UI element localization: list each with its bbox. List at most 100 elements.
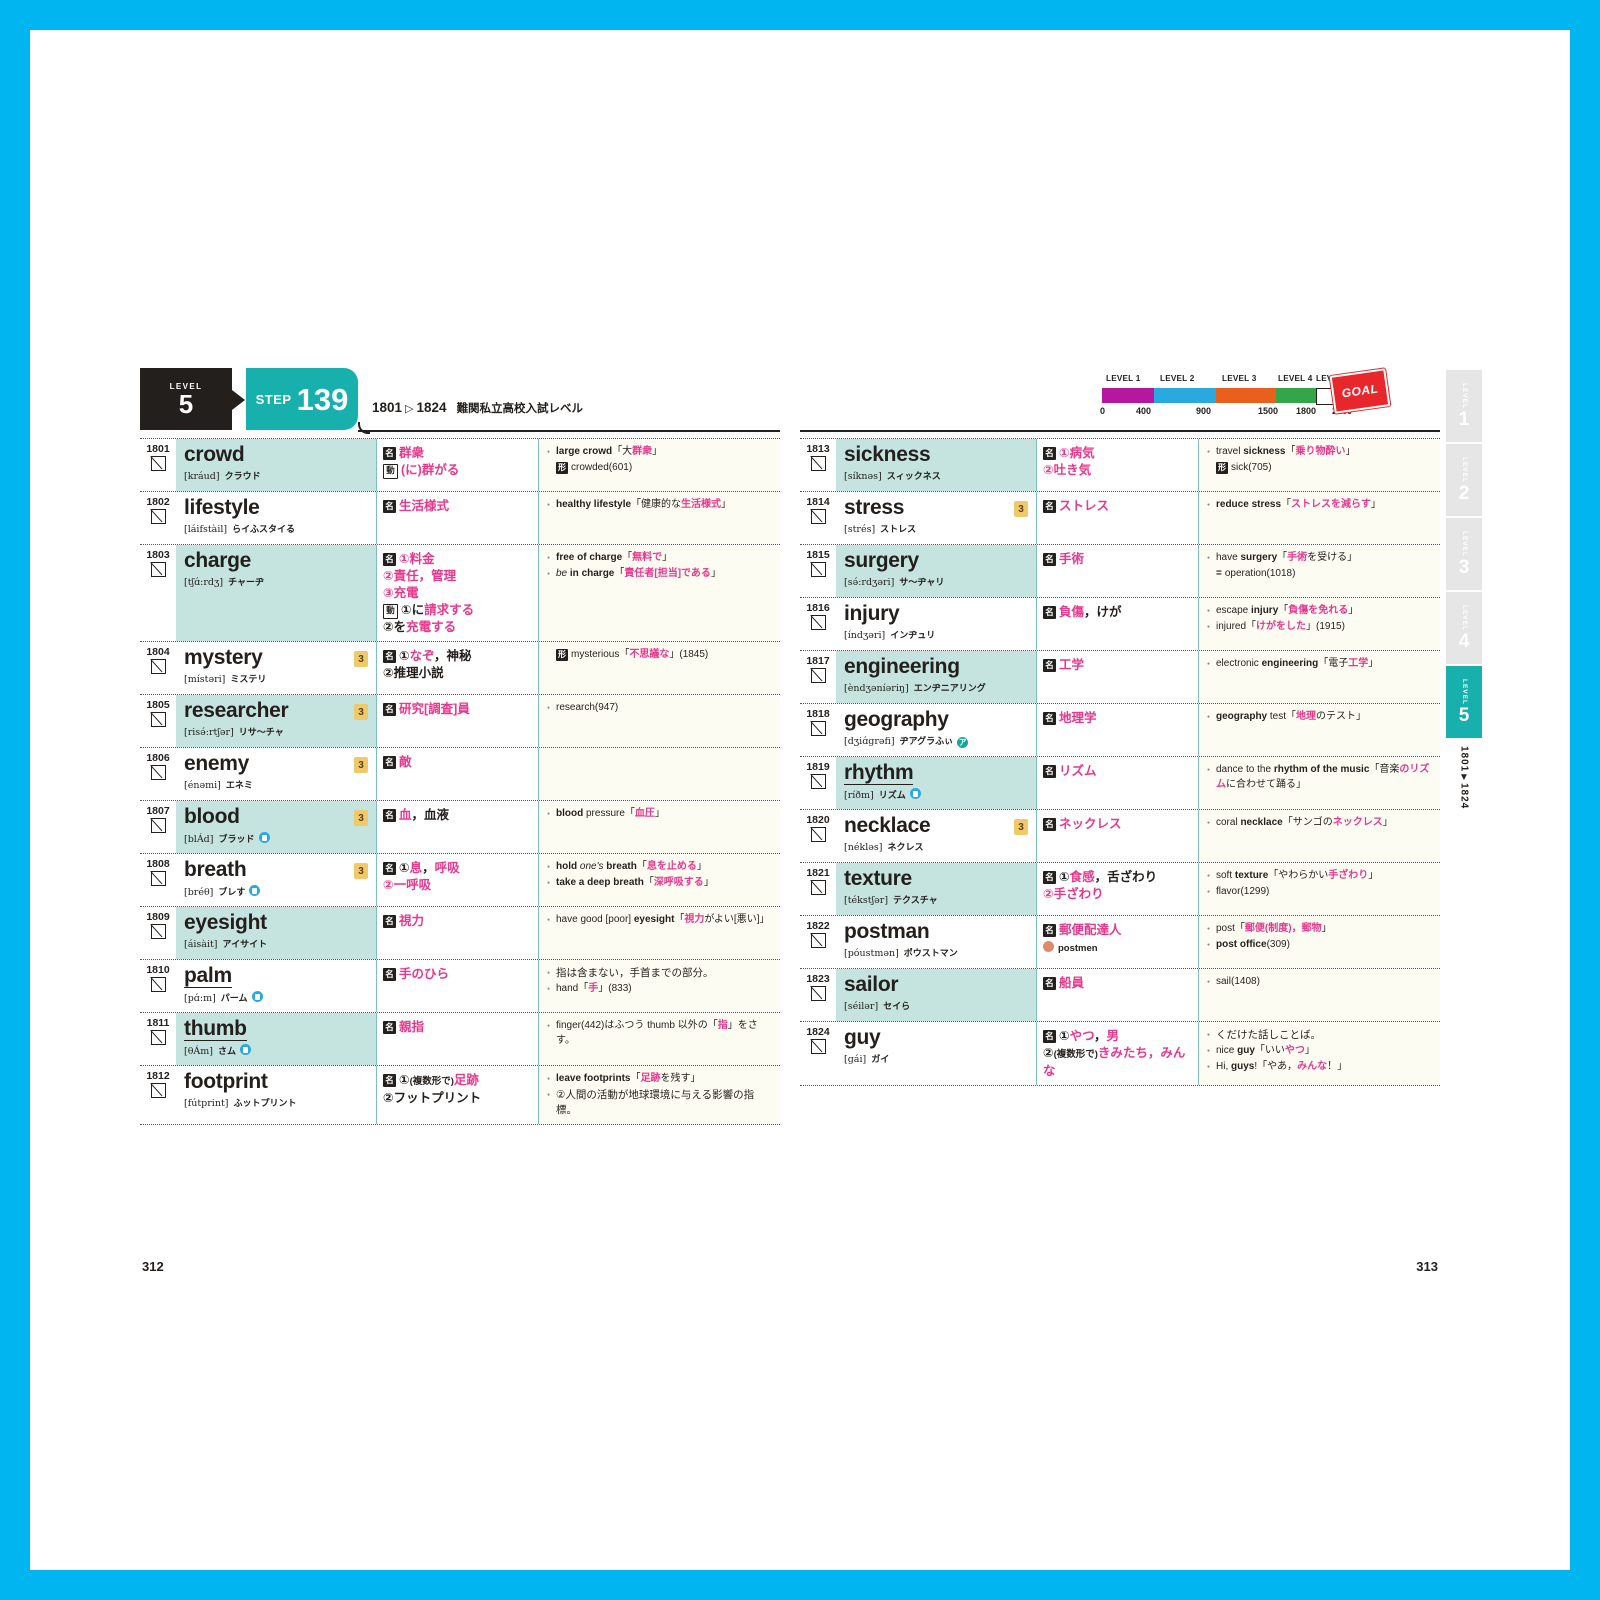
audio-speaker-icon[interactable]	[909, 788, 921, 799]
range-arrow-icon: ▷	[405, 403, 414, 415]
sidebar-item-level-2[interactable]: LEVEL 2	[1446, 444, 1482, 516]
headword: sickness	[844, 443, 931, 466]
progress-segment	[1154, 388, 1216, 403]
entry-number-cell: 1812	[140, 1066, 176, 1124]
pronunciation: [kráud] クラウド	[184, 470, 370, 483]
vocabulary-table-left: 1801crowd[kráud]クラウド名群衆動(に)群がるlarge crow…	[140, 438, 780, 1125]
example-line: be in charge「責任者[担当]である」	[547, 567, 774, 582]
pronunciation: [risə́:rtʃər] リサ〜チャ	[184, 726, 370, 739]
header-rule-right	[800, 430, 1440, 432]
entry-checkbox[interactable]	[150, 977, 166, 992]
katakana-reading: ヂアグラふぃ	[899, 736, 954, 746]
level3-badge: 3	[354, 651, 368, 667]
example-line: blood pressure「血圧」	[547, 807, 774, 822]
audio-speaker-icon[interactable]	[240, 1044, 252, 1055]
entry-checkbox[interactable]	[150, 871, 166, 886]
katakana-reading: セイら	[883, 1001, 911, 1011]
ipa-text: [místəri]	[184, 674, 226, 685]
meaning-line: 名郵便配達人	[1043, 922, 1193, 939]
entry-checkbox[interactable]	[810, 880, 826, 895]
headword: surgery	[844, 549, 919, 572]
entry-checkbox[interactable]	[810, 721, 826, 736]
entry-checkbox[interactable]	[810, 827, 826, 842]
table-row: 1817 engineering [èndʒəníəriŋ] エンヂニアリング 名工学 e…	[800, 651, 1440, 704]
katakana-reading: ブラッド	[218, 834, 255, 844]
sidebar-item-level-3[interactable]: LEVEL 3	[1446, 518, 1482, 590]
range-from: 1801	[372, 400, 403, 415]
entry-checkbox[interactable]	[810, 933, 826, 948]
entry-checkbox[interactable]	[150, 1083, 166, 1098]
entry-number-cell: 1814	[800, 492, 836, 544]
table-row: 1823 sailor [séilər] セイら 名船員 sail(1408)	[800, 969, 1440, 1022]
example-cell: healthy lifestyle「健康的な生活様式」	[539, 492, 780, 544]
headword: researcher	[184, 699, 289, 722]
pronunciation: [nékləs] ネクレス	[844, 841, 1030, 854]
headword: geography	[844, 708, 949, 731]
entry-checkbox[interactable]	[150, 509, 166, 524]
entry-number-cell: 1816	[800, 598, 836, 650]
example-cell: travel sickness「乗り物酔い」形sick(705)	[1199, 439, 1440, 491]
headword: eyesight	[184, 911, 267, 934]
level3-badge: 3	[1014, 819, 1028, 835]
headword-cell: rhythm [ríðm] リズム	[836, 757, 1037, 809]
entry-checkbox[interactable]	[150, 456, 166, 471]
step-badge-word: STEP	[255, 391, 292, 407]
entry-checkbox[interactable]	[810, 615, 826, 630]
example-line: 形 mysterious「不思議な」(1845)	[556, 649, 709, 661]
table-row: 1803 charge [tʃɑ́:rdʒ] チャーヂ 名 ①料金 ②責任，管理 ③充電動 ①に…	[140, 545, 780, 642]
entry-number-cell: 1803	[140, 545, 176, 641]
entry-number: 1810	[146, 964, 170, 976]
table-row: 1820 necklace [nékləs] ネクレス 3 名ネックレス coral nec…	[800, 810, 1440, 863]
meaning-cell: 名 ①息，呼吸 ②一呼吸	[377, 854, 539, 906]
pronunciation: [ríðm] リズム	[844, 788, 1030, 802]
sidebar-item-level-5[interactable]: LEVEL 5	[1446, 666, 1482, 738]
pos-noun-icon: 名	[383, 447, 396, 460]
example-cell: geography test「地理のテスト」	[1199, 704, 1440, 756]
entry-checkbox[interactable]	[810, 509, 826, 524]
progress-segment	[1216, 388, 1276, 403]
headword-cell: palm [pɑ́:m] パーム	[176, 960, 377, 1012]
headword: palm	[184, 964, 232, 988]
sidebar-item-level-4[interactable]: LEVEL 4	[1446, 592, 1482, 664]
entry-checkbox[interactable]	[810, 1039, 826, 1054]
entry-checkbox[interactable]	[150, 659, 166, 674]
entry-checkbox[interactable]	[810, 986, 826, 1001]
side-tab-number: 5	[1458, 705, 1470, 727]
example-line: nice guy「いいやつ」	[1207, 1044, 1434, 1059]
pos-noun-icon: 名	[383, 703, 396, 716]
audio-speaker-icon[interactable]	[249, 885, 261, 896]
entry-number-cell: 1813	[800, 439, 836, 491]
headword: breath	[184, 858, 247, 881]
entry-checkbox[interactable]	[150, 765, 166, 780]
entry-checkbox[interactable]	[150, 924, 166, 939]
entry-checkbox[interactable]	[150, 562, 166, 577]
pronunciation: [fútprint] ふットプリント	[184, 1097, 370, 1110]
example-cell: electronic engineering「電子工学」	[1199, 651, 1440, 703]
headword-cell: researcher [risə́:rtʃər] リサ〜チャ 3	[176, 695, 377, 747]
headword-cell: lifestyle [láifstàil] らイふスタイる	[176, 492, 377, 544]
entry-number: 1814	[806, 496, 830, 508]
example-line: healthy lifestyle「健康的な生活様式」	[547, 498, 774, 513]
entry-checkbox[interactable]	[810, 668, 826, 683]
pronunciation: [èndʒəníəriŋ] エンヂニアリング	[844, 682, 1030, 695]
example-line: sail(1408)	[1207, 975, 1434, 990]
entry-number-cell: 1807	[140, 801, 176, 853]
entry-checkbox[interactable]	[810, 562, 826, 577]
pos-noun-icon: 名	[383, 809, 396, 822]
entry-number: 1808	[146, 858, 170, 870]
entry-checkbox[interactable]	[150, 818, 166, 833]
entry-checkbox[interactable]	[810, 774, 826, 789]
meaning-line: 名ストレス	[1043, 498, 1193, 515]
headword: mystery	[184, 646, 263, 669]
headword-cell: thumb [θÁm] さム	[176, 1013, 377, 1065]
sidebar-item-level-1[interactable]: LEVEL 1	[1446, 370, 1482, 442]
entry-checkbox[interactable]	[810, 456, 826, 471]
meaning-line: 名生活様式	[383, 498, 533, 515]
entry-checkbox[interactable]	[150, 712, 166, 727]
table-row: 1801crowd[kráud]クラウド名群衆動(に)群がるlarge crow…	[140, 439, 780, 492]
headword-cell: sickness [síknəs] スィックネス	[836, 439, 1037, 491]
ipa-text: [séilər]	[844, 1001, 879, 1012]
audio-speaker-icon[interactable]	[258, 832, 270, 843]
audio-speaker-icon[interactable]	[251, 991, 263, 1002]
entry-checkbox[interactable]	[150, 1030, 166, 1045]
